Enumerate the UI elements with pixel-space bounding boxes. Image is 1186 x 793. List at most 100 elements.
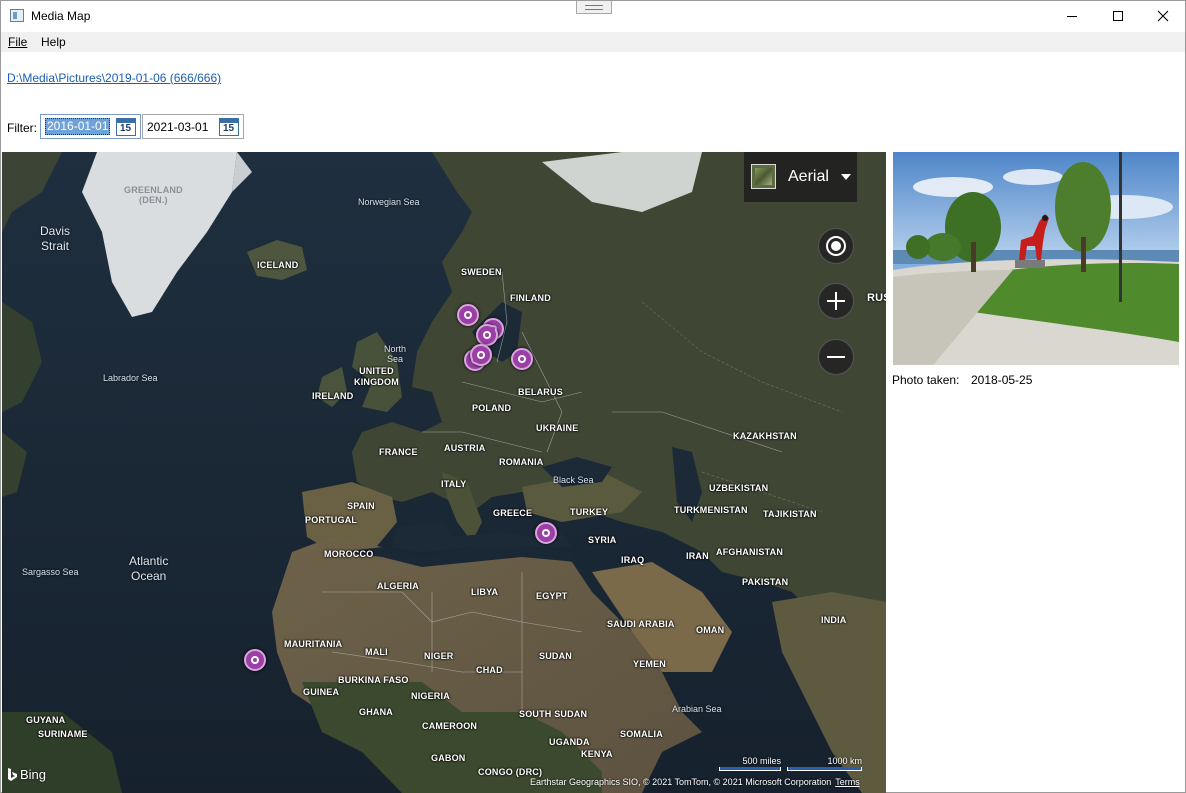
label-sudan: SUDAN xyxy=(539,651,573,661)
label-romania: ROMANIA xyxy=(499,457,544,467)
label-libya: LIBYA xyxy=(471,587,499,597)
label-iceland: ICELAND xyxy=(257,260,299,270)
menu-bar: File Help xyxy=(1,32,1185,52)
date-from-picker[interactable]: 2016-01-01 15 xyxy=(40,114,141,139)
label-turkmenistan: TURKMENISTAN xyxy=(674,505,748,515)
bing-icon xyxy=(8,767,17,781)
maximize-icon xyxy=(1113,11,1123,21)
app-window: Media Map File Help D:\Media\Pictures\20… xyxy=(0,0,1186,793)
scale-km-bar xyxy=(787,767,862,771)
scale-km: 1000 km xyxy=(827,756,862,766)
label-nigeria: NIGERIA xyxy=(411,691,450,701)
label-ghana: GHANA xyxy=(359,707,393,717)
label-sweden: SWEDEN xyxy=(461,267,502,277)
label-black-sea: Black Sea xyxy=(553,475,594,485)
scale-miles: 500 miles xyxy=(742,756,781,766)
label-arabian-sea: Arabian Sea xyxy=(672,704,722,714)
zoom-in-icon xyxy=(827,292,845,310)
map-view[interactable]: GREENLAND (DEN.) Davis Strait Norwegian Se… xyxy=(2,152,886,793)
zoom-in-button[interactable] xyxy=(818,283,854,319)
folder-link[interactable]: D:\Media\Pictures\2019-01-06 (666/666) xyxy=(7,71,221,85)
label-india: INDIA xyxy=(821,615,847,625)
label-iraq: IRAQ xyxy=(621,555,645,565)
photo-pin[interactable] xyxy=(511,348,533,370)
label-cameroon: CAMEROON xyxy=(422,721,478,731)
map-type-dropdown[interactable]: Aerial xyxy=(744,152,857,202)
label-guyana: GUYANA xyxy=(26,715,66,725)
menu-file-label: File xyxy=(8,35,28,49)
chevron-down-icon xyxy=(841,174,851,180)
label-davis-strait: Davis Strait xyxy=(40,224,71,253)
label-greece: GREECE xyxy=(493,508,533,518)
scale-miles-bar xyxy=(719,767,781,771)
close-button[interactable] xyxy=(1140,1,1186,31)
label-north-sea: North Sea xyxy=(384,344,407,364)
label-kenya: KENYA xyxy=(581,749,613,759)
label-syria: SYRIA xyxy=(588,535,617,545)
menu-file[interactable]: File xyxy=(8,35,27,49)
label-pakistan: PAKISTAN xyxy=(742,577,789,587)
label-atlantic-ocean: Atlantic Ocean xyxy=(129,554,169,583)
label-portugal: PORTUGAL xyxy=(305,515,358,525)
label-united-kingdom: UNITED KINGDOM xyxy=(354,366,399,387)
date-to-value[interactable]: 2021-03-01 xyxy=(147,120,208,134)
locate-me-button[interactable] xyxy=(818,228,854,264)
photo-pin[interactable] xyxy=(457,304,479,326)
label-ireland: IRELAND xyxy=(312,391,354,401)
zoom-out-icon xyxy=(827,356,845,358)
photo-taken-label: Photo taken: xyxy=(892,373,960,387)
label-south-sudan: SOUTH SUDAN xyxy=(519,709,588,719)
label-gabon: GABON xyxy=(431,753,466,763)
label-labrador-sea: Labrador Sea xyxy=(103,373,158,383)
label-ukraine: UKRAINE xyxy=(536,423,579,433)
map-copyright: Earthstar Geographics SIO, © 2021 TomTom… xyxy=(530,777,860,787)
label-italy: ITALY xyxy=(441,479,467,489)
label-morocco: MOROCCO xyxy=(324,549,374,559)
label-norwegian-sea: Norwegian Sea xyxy=(358,197,420,207)
label-burkina-faso: BURKINA FASO xyxy=(338,675,409,685)
label-yemen: YEMEN xyxy=(633,659,667,669)
label-iran: IRAN xyxy=(686,551,709,561)
calendar-icon[interactable]: 15 xyxy=(219,118,239,136)
locate-icon xyxy=(826,236,846,256)
label-congo: CONGO (DRC) xyxy=(478,767,543,777)
label-suriname: SURINAME xyxy=(38,729,88,739)
photo-pin[interactable] xyxy=(470,344,492,366)
menu-help[interactable]: Help xyxy=(41,35,66,49)
label-greenland: GREENLAND (DEN.) xyxy=(124,185,183,205)
label-tajikistan: TAJIKISTAN xyxy=(763,509,817,519)
photo-pin[interactable] xyxy=(244,649,266,671)
label-poland: POLAND xyxy=(472,403,512,413)
label-mali: MALI xyxy=(365,647,388,657)
drag-handle[interactable] xyxy=(576,1,612,14)
menu-help-label: Help xyxy=(41,35,66,49)
terms-link[interactable]: Terms xyxy=(835,777,860,787)
photo-pin[interactable] xyxy=(535,522,557,544)
label-mauritania: MAURITANIA xyxy=(284,639,343,649)
zoom-out-button[interactable] xyxy=(818,339,854,375)
label-egypt: EGYPT xyxy=(536,591,568,601)
calendar-icon[interactable]: 15 xyxy=(116,118,136,136)
bing-logo: Bing xyxy=(7,767,46,782)
label-chad: CHAD xyxy=(476,665,503,675)
label-algeria: ALGERIA xyxy=(377,581,419,591)
label-uzbekistan: UZBEKISTAN xyxy=(709,483,769,493)
label-austria: AUSTRIA xyxy=(444,443,486,453)
label-turkey: TURKEY xyxy=(570,507,609,517)
window-title: Media Map xyxy=(31,9,91,23)
minimize-icon xyxy=(1067,15,1077,17)
minimize-button[interactable] xyxy=(1049,1,1095,31)
label-niger: NIGER xyxy=(424,651,454,661)
label-sargasso-sea: Sargasso Sea xyxy=(22,567,79,577)
label-finland: FINLAND xyxy=(510,293,551,303)
maximize-button[interactable] xyxy=(1095,1,1141,31)
title-bar[interactable]: Media Map xyxy=(1,1,1185,32)
label-uganda: UGANDA xyxy=(549,737,590,747)
photo-preview[interactable] xyxy=(893,152,1179,365)
date-from-value[interactable]: 2016-01-01 xyxy=(45,118,111,135)
date-to-picker[interactable]: 2021-03-01 15 xyxy=(142,114,244,139)
aerial-icon xyxy=(751,164,776,189)
label-saudi-arabia: SAUDI ARABIA xyxy=(607,619,675,629)
label-oman: OMAN xyxy=(696,625,725,635)
label-guinea: GUINEA xyxy=(303,687,340,697)
